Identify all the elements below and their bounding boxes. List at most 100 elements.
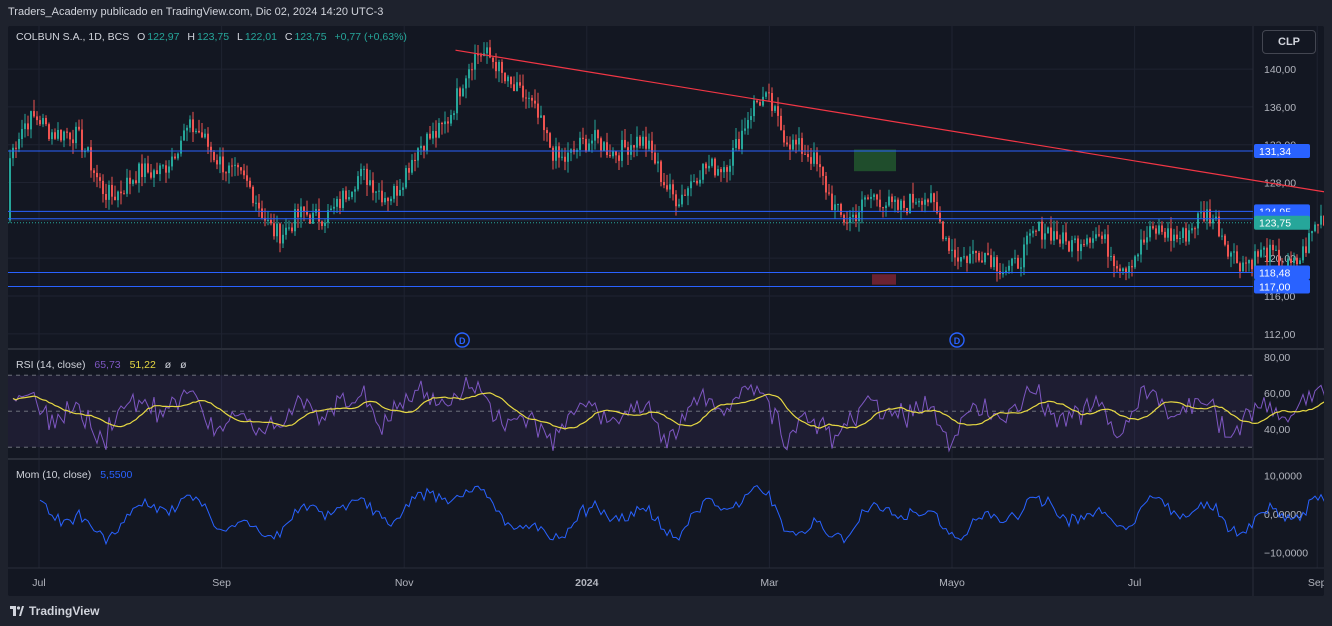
candle-body [552,147,554,161]
low-value: 122,01 [244,31,277,43]
currency-button[interactable]: CLP [1262,30,1316,54]
candle-body [291,227,293,232]
mom-value: 5,5500 [100,469,133,481]
candle-body [228,165,230,174]
candle-body [363,168,365,170]
candle-body [123,193,125,195]
change-value: +0,77 (+0,63%) [334,31,407,43]
candle-body [1008,265,1010,271]
candle-body [1110,255,1112,257]
candle-body [279,223,281,244]
candle-body [147,163,149,173]
candle-body [342,190,344,208]
rsi-legend: RSI (14, close) 65,73 51,22 ø ø [16,359,189,371]
candle-body [441,122,443,125]
candle-body [831,193,833,211]
candle-body [1032,230,1034,234]
candle-body [399,189,401,196]
candle-body [189,119,191,128]
candle-body [591,140,593,144]
candle-body [618,155,620,161]
candle-body [897,199,899,210]
rsi-extra-2: ø [180,359,187,371]
last-price-label: 123,75 [1259,218,1291,230]
candle-body [36,116,38,121]
candle-body [696,180,698,184]
candle-body [1104,234,1106,239]
candle-body [1035,230,1037,232]
candle-body [738,139,740,149]
candle-body [201,132,203,138]
candle-body [624,139,626,148]
candle-body [1173,234,1175,241]
candle-body [744,128,746,131]
candle-body [240,167,242,171]
candle-body [495,61,497,72]
candle-body [321,221,323,226]
candle-body [984,252,986,263]
candle-body [234,164,236,166]
chart-canvas[interactable]: JulSepNov2024MarMayoJulSepNov2025MarMayo… [8,26,1324,596]
candle-body [255,202,257,204]
candle-body [129,177,131,184]
candle-body [153,170,155,178]
candle-body [282,234,284,244]
candle-body [918,201,920,203]
candle-body [396,186,398,196]
candle-body [1062,232,1064,244]
candle-body [501,61,503,73]
candle-body [348,197,350,200]
momentum-axis-label: −10,0000 [1264,548,1308,560]
candle-body [444,121,446,125]
candle-body [957,257,959,262]
candle-body [390,198,392,202]
candle-body [141,163,143,177]
candle-body [18,139,20,149]
candle-body [726,167,728,172]
price-axis-label: 112,00 [1264,329,1295,341]
candle-body [171,156,173,167]
candle-body [165,165,167,173]
candle-body [60,129,62,141]
close-value: 123,75 [294,31,327,43]
candle-body [429,133,431,139]
candle-body [621,139,623,161]
candle-body [417,148,419,161]
candle-body [1182,228,1184,238]
candle-body [1323,215,1324,226]
candle-body [996,257,998,272]
candle-body [855,214,857,222]
candle-body [1296,257,1298,265]
candle-body [540,115,542,118]
candle-body [384,198,386,203]
candle-body [762,96,764,106]
candle-body [1065,232,1067,242]
candle-body [1314,224,1316,232]
candle-body [57,129,59,139]
candle-body [357,176,359,190]
candle-body [471,69,473,71]
candle-body [222,156,224,173]
candle-body [711,158,713,166]
candle-body [612,150,614,157]
stop-loss-box [872,274,896,285]
candle-body [648,140,650,149]
chart-container[interactable]: JulSepNov2024MarMayoJulSepNov2025MarMayo… [8,26,1324,596]
candle-body [1317,224,1319,226]
candle-body [654,152,656,164]
candle-body [717,169,719,176]
low-label: L [236,31,243,43]
open-value: 122,97 [147,31,180,43]
candle-body [1101,235,1103,239]
candle-body [48,124,50,140]
candle-body [372,180,374,193]
candle-body [546,130,548,134]
candle-body [432,131,434,139]
candle-body [882,207,884,209]
candle-body [468,69,470,79]
candle-body [603,142,605,151]
tradingview-logo[interactable]: TradingView [10,604,99,618]
candle-body [144,163,146,177]
candle-body [1137,254,1139,257]
candle-body [549,133,551,148]
